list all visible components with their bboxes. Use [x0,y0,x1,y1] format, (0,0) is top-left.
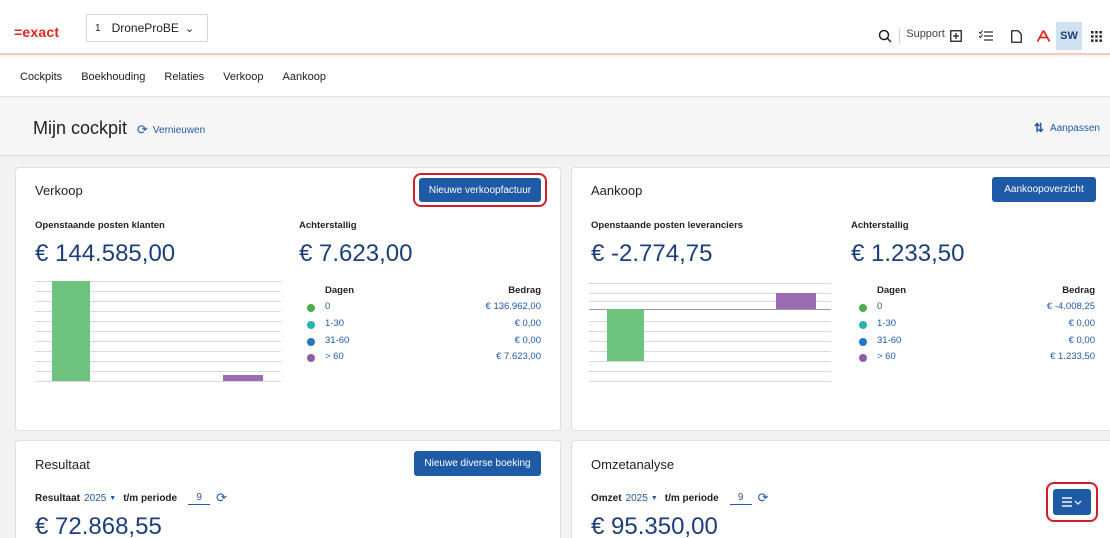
highlight-frame-sales-button [413,173,547,207]
aging-header-amount: Bedrag [1062,285,1095,296]
customize-icon: ⇅ [1033,121,1044,135]
document-icon[interactable] [1002,22,1030,50]
legend-dot-icon [859,354,867,362]
verkoop-bar-current[interactable] [52,281,90,381]
company-name: DroneProBE [111,21,179,35]
verkoop-overdue-value: € 7.623,00 [299,240,413,267]
omzet-value: € 95.350,00 [591,513,718,538]
exact-logo[interactable]: =exact [14,24,59,40]
refresh-icon[interactable]: ⟳ [216,490,227,506]
aankoop-bar-current[interactable] [607,309,644,361]
support-button[interactable]: Support [899,22,945,50]
resultaat-tm-label: t/m periode [123,492,178,504]
refresh-label: Vernieuwen [152,124,206,136]
search-icon[interactable] [874,22,896,50]
new-journal-entry-button[interactable]: Nieuwe diverse boeking [414,451,541,476]
aging-row[interactable]: > 60 € 1.233,50 [851,351,1095,367]
omzet-year-select[interactable]: 2025 [626,493,648,504]
aging-header-amount: Bedrag [508,285,541,296]
legend-dot-icon [859,338,867,346]
checklist-icon[interactable] [970,22,1002,50]
aankoop-open-label: Openstaande posten leveranciers [591,220,744,231]
aankoop-title: Aankoop [591,183,643,198]
omzet-title: Omzetanalyse [591,457,675,472]
aging-row[interactable]: 1-30 € 0,00 [851,318,1095,334]
page-title: Mijn cockpit [33,118,128,138]
aging-header-days: Dagen [877,285,907,296]
aging-row[interactable]: 31-60 € 0,00 [299,335,541,351]
aging-row[interactable]: > 60 € 7.623,00 [299,351,541,367]
acrobat-icon[interactable] [1030,22,1056,50]
nav-item-verkoop[interactable]: Verkoop [223,71,263,83]
caret-down-icon[interactable]: ▼ [651,495,658,502]
aankoop-overdue-value: € 1.233,50 [851,240,965,267]
legend-dot-icon [859,321,867,329]
omzet-filter-row: Omzet 2025 ▼ t/m periode 9 ⟳ [591,490,769,506]
verkoop-chart [35,281,281,383]
aankoop-open-value: € -2.774,75 [591,240,713,267]
purchase-overview-button[interactable]: Aankoopoverzicht [992,177,1096,202]
aging-header-days: Dagen [325,285,355,296]
legend-dot-icon [307,304,315,312]
chevron-down-icon: ⌄ [184,22,195,35]
aging-row[interactable]: 0 € -4.008,25 [851,301,1095,317]
aging-row[interactable]: 1-30 € 0,00 [299,318,541,334]
add-box-icon[interactable] [942,22,970,50]
aankoop-aging-table: Dagen Bedrag 0 € -4.008,25 1-30 € 0,00 3… [851,285,1095,365]
verkoop-aging-table: Dagen Bedrag 0 € 136.962,00 1-30 € 0,00 … [299,285,541,365]
verkoop-open-label: Openstaande posten klanten [35,220,165,231]
aging-row[interactable]: 31-60 € 0,00 [851,335,1095,351]
customize-link[interactable]: ⇅ Aanpassen [1034,121,1100,135]
aging-row[interactable]: 0 € 136.962,00 [299,301,541,317]
legend-dot-icon [307,338,315,346]
nav-item-aankoop[interactable]: Aankoop [283,71,326,83]
nav-item-boekhouding[interactable]: Boekhouding [81,71,145,83]
resultaat-filter-row: Resultaat 2025 ▼ t/m periode 9 ⟳ [35,490,227,506]
top-icons: Support SW [874,22,1110,50]
verkoop-title: Verkoop [35,183,83,198]
refresh-link[interactable]: ⟳ Vernieuwen [137,122,205,138]
omzet-filter-label: Omzet [591,492,622,504]
caret-down-icon[interactable]: ▼ [109,495,116,502]
verkoop-bar-overdue[interactable] [223,375,263,381]
top-bar: =exact 1 DroneProBE ⌄ Support SW [0,0,1110,55]
highlight-frame-menu-button [1046,482,1098,522]
company-selector[interactable]: 1 DroneProBE ⌄ [86,14,208,42]
resultaat-year-select[interactable]: 2025 [84,493,106,504]
resultaat-filter-label: Resultaat [35,492,81,504]
legend-dot-icon [307,354,315,362]
legend-dot-icon [307,321,315,329]
resultaat-title: Resultaat [35,457,90,472]
verkoop-overdue-label: Achterstallig [299,220,357,231]
resultaat-value: € 72.868,55 [35,513,162,538]
apps-grid-icon[interactable] [1082,22,1110,50]
user-avatar[interactable]: SW [1056,22,1082,50]
company-number: 1 [95,22,101,34]
omzet-period-input[interactable]: 9 [729,492,752,505]
nav-item-cockpits[interactable]: Cockpits [20,71,62,83]
resultaat-period-input[interactable]: 9 [188,492,211,505]
refresh-icon[interactable]: ⟳ [758,490,769,506]
aankoop-bar-overdue[interactable] [776,293,816,309]
main-nav: Cockpits Boekhouding Relaties Verkoop Aa… [0,57,1110,97]
omzet-tm-label: t/m periode [664,492,719,504]
legend-dot-icon [859,304,867,312]
verkoop-open-value: € 144.585,00 [35,240,176,267]
refresh-icon: ⟳ [137,122,148,137]
customize-label: Aanpassen [1049,122,1100,134]
nav-item-relaties[interactable]: Relaties [164,71,204,83]
aankoop-chart [589,281,831,383]
aankoop-overdue-label: Achterstallig [851,220,909,231]
